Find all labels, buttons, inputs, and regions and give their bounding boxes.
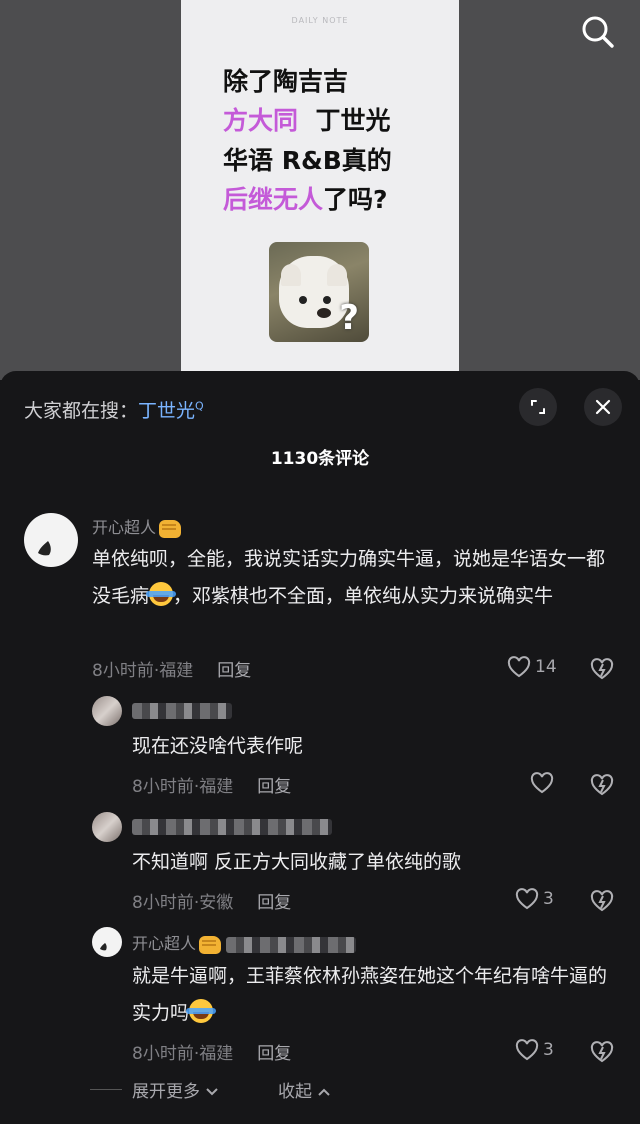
like-count: 3 <box>543 889 554 909</box>
chevron-up-icon <box>318 1088 331 1096</box>
comment-text: 单依纯呗，全能，我说实话实力确实牛逼，说她是华语女一都没毛病 ，邓紫棋也不全面，单… <box>92 548 606 607</box>
like-count: 14 <box>535 657 557 677</box>
like-button[interactable]: 3 <box>515 1039 554 1061</box>
comment-meta: 8小时前·福建 回复 <box>92 656 251 681</box>
like-button[interactable] <box>530 772 558 794</box>
poster-line-2-rest: 丁世光 <box>315 106 391 135</box>
reply-username-blurred[interactable] <box>132 700 232 719</box>
heart-icon <box>515 1039 539 1061</box>
reply-text: 就是牛逼啊，王菲蔡依林孙燕姿在她这个年纪有啥牛逼的实力吗 <box>132 965 608 1024</box>
reply-meta: 8小时前·安徽 回复 <box>132 888 291 913</box>
reply-time-location: 8小时前·安徽 <box>132 893 234 913</box>
close-icon <box>595 399 611 415</box>
expand-button[interactable] <box>519 388 557 426</box>
fist-emoji-icon <box>199 935 222 954</box>
avatar[interactable] <box>92 696 122 726</box>
laughing-crying-emoji-icon <box>186 999 217 1023</box>
collapse-button[interactable]: 收起 <box>278 1077 331 1102</box>
expand-icon <box>531 400 545 414</box>
hot-search-bar[interactable]: 大家都在搜：丁世光Q <box>24 396 204 423</box>
poster-line-3: 华语 R&B真的 <box>223 146 392 175</box>
laughing-crying-emoji-icon <box>146 582 177 606</box>
hot-search-label: 大家都在搜： <box>24 400 139 422</box>
video-poster: DAILY NOTE 除了陶吉吉 方大同 丁世光 华语 R&B真的 后继无人了吗… <box>181 0 459 372</box>
search-button[interactable] <box>578 12 618 52</box>
dislike-heart-icon[interactable] <box>589 1038 615 1064</box>
video-player[interactable]: DAILY NOTE 除了陶吉吉 方大同 丁世光 华语 R&B真的 后继无人了吗… <box>0 0 640 380</box>
question-mark: ? <box>339 298 359 338</box>
reply-time-location: 8小时前·福建 <box>132 777 234 797</box>
fist-emoji-icon <box>159 519 182 538</box>
poster-line-2: 方大同 丁世光 <box>223 101 390 137</box>
like-button[interactable]: 14 <box>507 656 557 678</box>
reply-button[interactable]: 回复 <box>257 777 291 797</box>
reply-username[interactable]: 开心超人 <box>132 930 357 954</box>
reply-target-blurred <box>226 936 357 953</box>
reply-button[interactable]: 回复 <box>217 661 251 681</box>
chevron-down-icon <box>206 1088 219 1096</box>
dislike-heart-icon[interactable] <box>589 887 615 913</box>
reply-username-blurred[interactable] <box>132 816 332 835</box>
poster-highlight-1: 方大同 <box>223 106 299 135</box>
like-count: 3 <box>543 1040 554 1060</box>
close-button[interactable] <box>584 388 622 426</box>
reply-meta: 8小时前·福建 回复 <box>132 772 291 797</box>
poster-brand: DAILY NOTE <box>291 16 349 25</box>
dislike-heart-icon[interactable] <box>589 771 615 797</box>
heart-icon <box>530 772 554 794</box>
heart-icon <box>507 656 531 678</box>
divider <box>90 1089 122 1090</box>
poster-line-1: 除了陶吉吉 <box>223 67 349 96</box>
hot-search-term[interactable]: 丁世光Q <box>138 400 204 422</box>
heart-icon <box>515 888 539 910</box>
expand-more-button[interactable]: 展开更多 <box>132 1077 219 1102</box>
reply-meta: 8小时前·福建 回复 <box>132 1039 291 1064</box>
dislike-heart-icon[interactable] <box>589 655 615 681</box>
dog-meme-image: ? <box>269 242 369 342</box>
poster-line-4-rest: 了吗? <box>323 185 388 214</box>
poster-highlight-2: 后继无人 <box>223 185 324 214</box>
avatar[interactable] <box>92 927 122 957</box>
comment-username[interactable]: 开心超人 <box>92 514 182 538</box>
like-button[interactable]: 3 <box>515 888 554 910</box>
reply-button[interactable]: 回复 <box>257 1044 291 1064</box>
avatar[interactable] <box>92 812 122 842</box>
search-icon <box>582 16 614 48</box>
reply-button[interactable]: 回复 <box>257 893 291 913</box>
reply-text: 不知道啊 反正方大同收藏了单依纯的歌 <box>132 851 462 873</box>
replies-footer: 展开更多 收起 <box>0 1077 640 1102</box>
comment-time-location: 8小时前·福建 <box>92 661 194 681</box>
avatar[interactable] <box>24 513 78 567</box>
poster-line-4: 后继无人了吗? <box>223 180 388 216</box>
reply-text: 现在还没啥代表作呢 <box>132 735 304 757</box>
search-mini-icon: Q <box>195 399 204 413</box>
comment-count: 1130条评论 <box>270 449 370 469</box>
reply-time-location: 8小时前·福建 <box>132 1044 234 1064</box>
